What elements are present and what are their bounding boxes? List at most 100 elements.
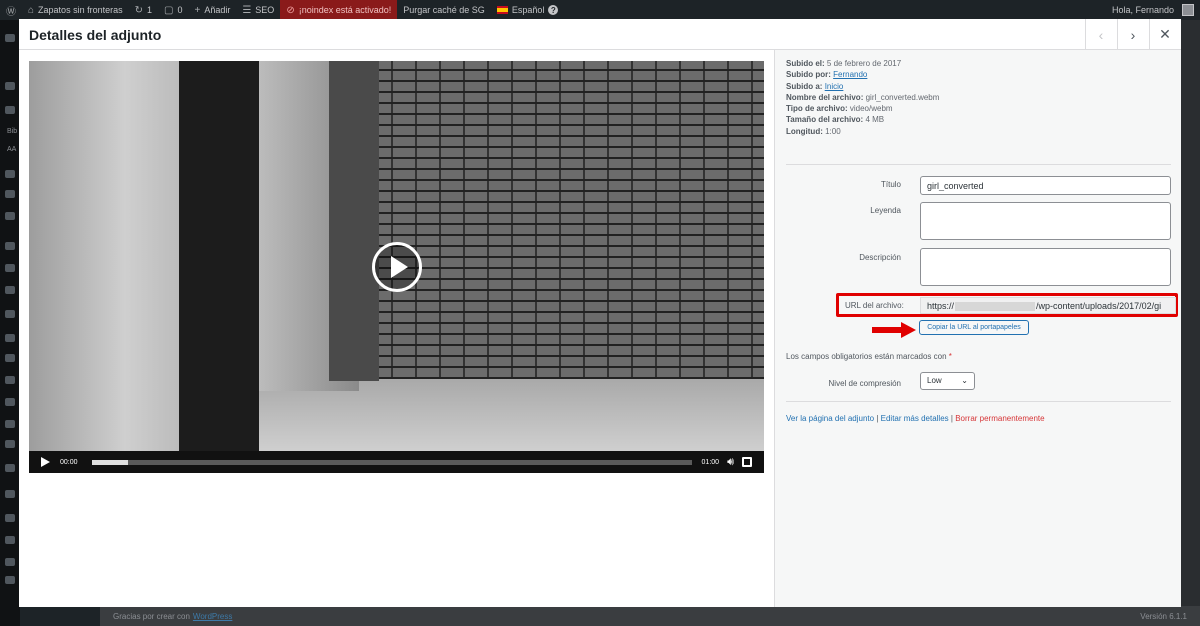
noindex-label: ¡noindex está activado! (298, 5, 392, 15)
big-play-button[interactable] (372, 242, 422, 292)
my-account-link[interactable]: Hola, Fernando (1106, 0, 1200, 20)
link-separator: | (950, 414, 953, 423)
required-text: Los campos obligatorios están marcados c… (786, 352, 947, 361)
delete-permanently-link[interactable]: Borrar permanentemente (955, 414, 1044, 423)
footer-thanks: Gracias por crear con (113, 611, 190, 621)
progress-bar[interactable] (91, 459, 692, 465)
admin-footer: Gracias por crear con WordPress Versión … (100, 606, 1200, 626)
site-name: Zapatos sin fronteras (38, 5, 123, 15)
current-time: 00:00 (60, 458, 78, 466)
caption-label: Leyenda (870, 206, 901, 215)
duration: 01:00 (701, 458, 720, 466)
updates-icon: ↻ (134, 4, 143, 16)
seo-link[interactable]: ☰ SEO (236, 0, 280, 20)
greeting: Hola, Fernando (1111, 5, 1174, 15)
file-url-field[interactable]: https:// /wp-content/uploads/2017/02/gi (920, 297, 1176, 314)
wpml-icon (5, 490, 15, 498)
video-left-wall (29, 61, 189, 451)
pin-icon (5, 212, 15, 220)
seo-label: SEO (255, 5, 275, 15)
divider (786, 164, 1171, 165)
admin-sidebar: Bib AA (0, 20, 20, 626)
add-new-link[interactable]: + Añadir (188, 0, 236, 20)
sidebar-partial-label: AA (7, 146, 17, 153)
modal-header: Detalles del adjunto ‹ › ✕ (19, 19, 1181, 50)
file-detail-link[interactable]: Inicio (825, 82, 844, 91)
progress-fill (91, 459, 128, 465)
feedback-icon (5, 242, 15, 250)
woocommerce-icon (5, 264, 15, 272)
edit-details-link[interactable]: Editar más detalles (881, 414, 949, 423)
required-star: * (948, 352, 952, 361)
chevron-down-icon: ⌄ (961, 376, 968, 385)
file-detail-row: Longitud: 1:00 (786, 126, 939, 137)
updates-link[interactable]: ↻ 1 (129, 0, 158, 20)
video-frame[interactable] (29, 61, 764, 451)
play-icon[interactable] (41, 457, 50, 467)
url-highlight-box: URL del archivo: https:// /wp-content/upl… (836, 293, 1178, 317)
purge-cache-link[interactable]: Purgar caché de SG (397, 0, 491, 20)
title-input[interactable] (920, 176, 1171, 195)
compression-label: Nivel de compresión (828, 379, 901, 388)
pin-icon (5, 82, 15, 90)
comment-icon: ▢ (164, 4, 174, 16)
file-detail-row: Subido a: Inicio (786, 81, 939, 92)
previous-attachment-button[interactable]: ‹ (1085, 19, 1116, 50)
file-detail-row: Tipo de archivo: video/webm (786, 103, 939, 114)
wordpress-logo-button[interactable]: Ⓦ (0, 0, 22, 20)
description-label: Descripción (859, 253, 901, 262)
marketing-icon (5, 310, 15, 318)
link-separator: | (876, 414, 879, 423)
file-detail-link[interactable]: Fernando (833, 70, 867, 79)
file-detail-label: Longitud: (786, 126, 823, 136)
file-detail-label: Tamaño del archivo: (786, 115, 864, 125)
home-icon: ⌂ (28, 4, 35, 16)
description-textarea[interactable] (920, 248, 1171, 286)
compression-select[interactable]: Low ⌄ (920, 372, 975, 390)
users-icon (5, 398, 15, 406)
avatar (1182, 4, 1194, 16)
video-controls: 00:00 01:00 🔊︎ (29, 451, 764, 473)
eye-slash-icon: ⊘ (286, 4, 295, 16)
search-icon (5, 536, 15, 544)
file-details: Subido el: 5 de febrero de 2017 Subido po… (786, 58, 939, 137)
comments-link[interactable]: ▢ 0 (158, 0, 188, 20)
title-label: Título (880, 180, 901, 189)
file-detail-row: Subido el: 5 de febrero de 2017 (786, 58, 939, 69)
collapse-icon (5, 576, 15, 584)
volume-icon[interactable]: 🔊︎ (727, 456, 734, 469)
file-detail-value: 4 MB (865, 115, 885, 125)
help-icon: ? (548, 5, 559, 15)
purge-cache-label: Purgar caché de SG (403, 5, 485, 15)
red-arrow-annotation (872, 322, 916, 338)
fullscreen-icon[interactable] (742, 457, 752, 467)
settings-icon (5, 440, 15, 448)
video-player: 00:00 01:00 🔊︎ (29, 61, 764, 473)
view-attachment-link[interactable]: Ver la página del adjunto (786, 414, 874, 423)
url-suffix: /wp-content/uploads/2017/02/gi (1036, 301, 1162, 311)
analytics-icon (5, 286, 15, 294)
comments-icon (5, 190, 15, 198)
media-icon (5, 106, 15, 114)
tools-icon (5, 420, 15, 428)
wordpress-icon: Ⓦ (6, 6, 16, 18)
comments-count: 0 (177, 5, 183, 15)
copy-url-button[interactable]: Copiar la URL al portapapeles (919, 320, 1029, 335)
url-prefix: https:// (927, 301, 955, 311)
close-icon: ✕ (1159, 26, 1171, 42)
language-label: Español (511, 5, 545, 15)
file-detail-value: video/webm (849, 104, 893, 114)
file-detail-label: Subido el: (786, 59, 825, 68)
noindex-warning[interactable]: ⊘ ¡noindex está activado! (280, 0, 398, 20)
language-switcher[interactable]: Español ? (491, 0, 565, 20)
site-name-link[interactable]: ⌂ Zapatos sin fronteras (22, 0, 129, 20)
next-attachment-button[interactable]: › (1117, 19, 1148, 50)
caption-textarea[interactable] (920, 202, 1171, 240)
attachment-info-panel: Subido el: 5 de febrero de 2017 Subido po… (774, 50, 1181, 607)
required-fields-note: Los campos obligatorios están marcados c… (786, 352, 952, 361)
file-detail-label: Subido por: (786, 70, 831, 80)
loader-icon (5, 514, 15, 522)
close-button[interactable]: ✕ (1149, 19, 1180, 50)
wordpress-link[interactable]: WordPress (193, 612, 232, 621)
video-shadow (329, 61, 379, 381)
